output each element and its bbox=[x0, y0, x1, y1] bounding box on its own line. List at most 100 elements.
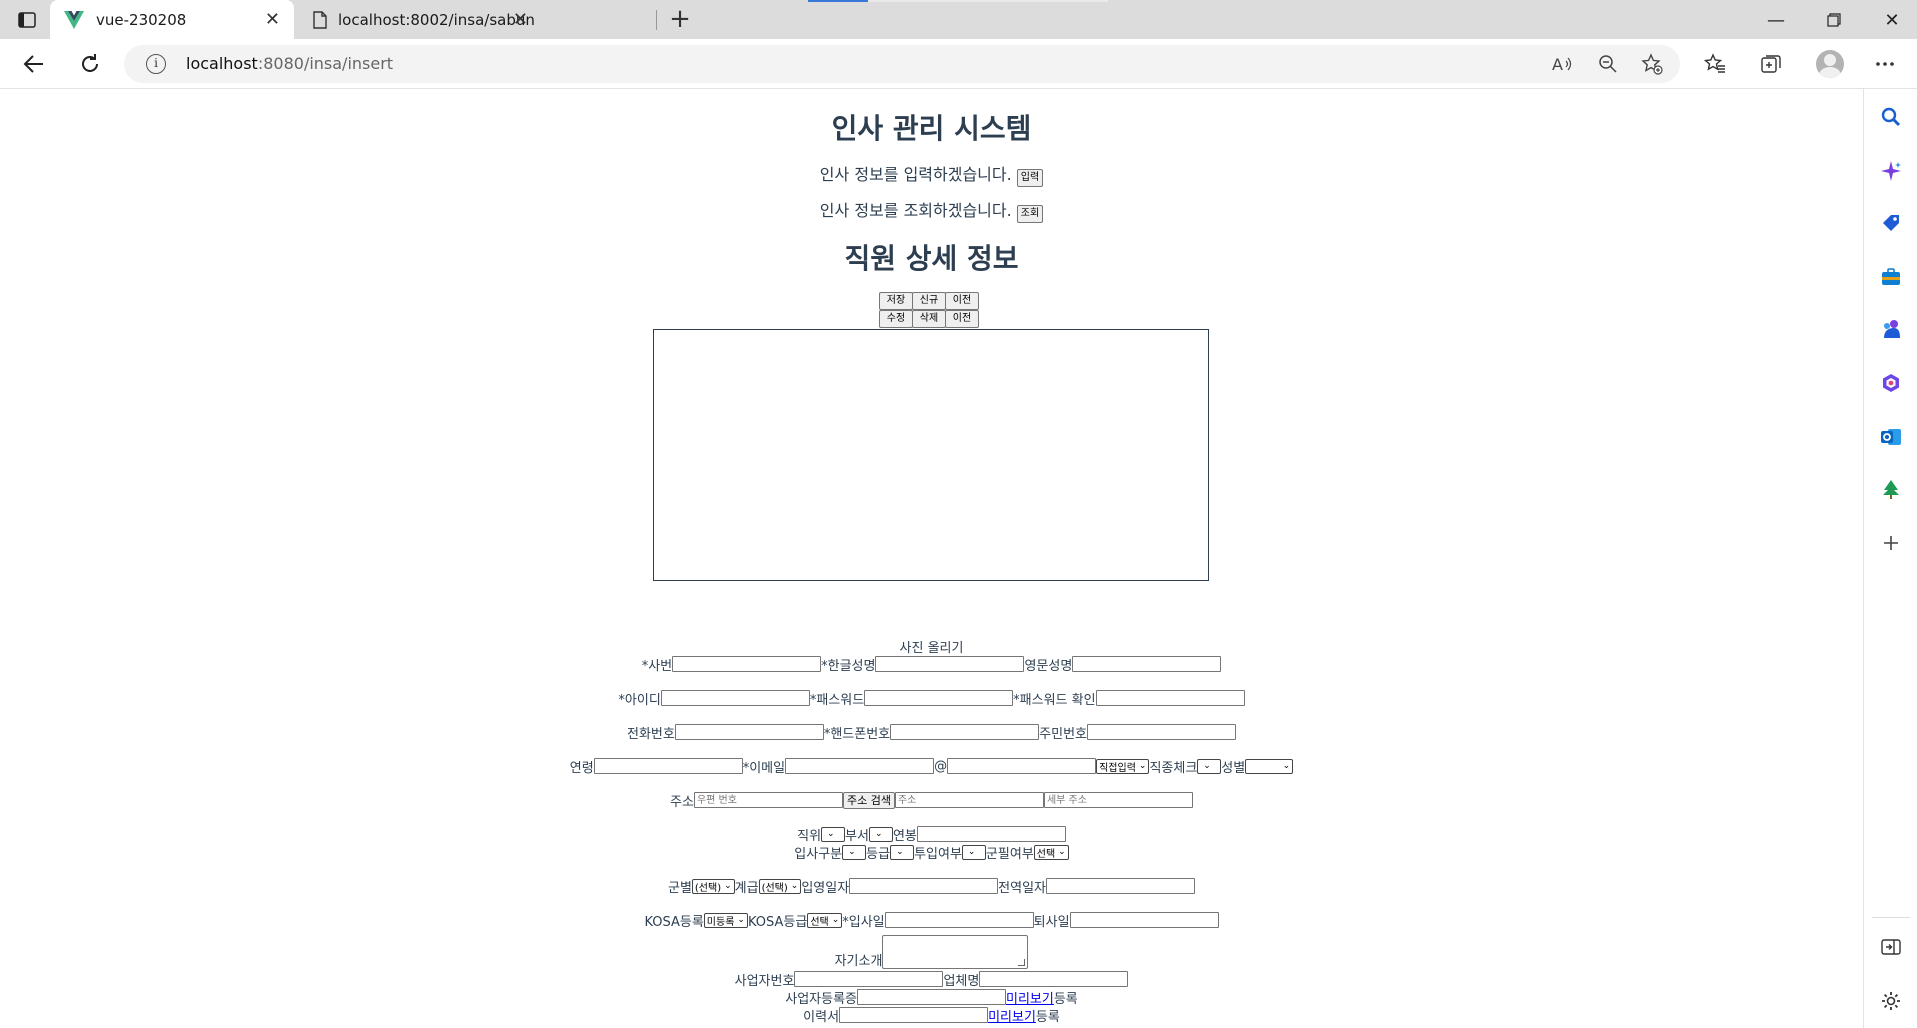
name-kor-input[interactable] bbox=[875, 656, 1025, 672]
resume-preview-link[interactable]: 미리보기 bbox=[988, 1006, 1036, 1025]
edit-button[interactable]: 수정 bbox=[879, 310, 913, 328]
minimize-icon[interactable]: — bbox=[1756, 8, 1796, 32]
photo-preview[interactable] bbox=[653, 329, 1209, 581]
restore-icon[interactable] bbox=[1814, 8, 1854, 32]
military-select[interactable]: 선택 ⌄ bbox=[1033, 844, 1069, 860]
tab-separator bbox=[656, 10, 657, 30]
favorites-icon[interactable] bbox=[1702, 51, 1728, 77]
page-content: 인사 관리 시스템 인사 정보를 입력하겠습니다. 입력 인사 정보를 조회하겠… bbox=[0, 89, 1863, 1028]
profile-avatar[interactable] bbox=[1816, 50, 1844, 78]
prev-button[interactable]: 이전 bbox=[945, 292, 979, 310]
prev-button-2[interactable]: 이전 bbox=[945, 310, 979, 328]
address-search-button[interactable]: 주소 검색 bbox=[842, 791, 895, 809]
military-label: 군필여부 bbox=[985, 846, 1034, 862]
save-button[interactable]: 저장 bbox=[879, 292, 913, 310]
tree-icon[interactable] bbox=[1879, 477, 1903, 501]
leave-date-input[interactable] bbox=[1069, 912, 1219, 928]
email-input[interactable] bbox=[785, 758, 935, 774]
hide-sidebar-icon[interactable] bbox=[1879, 935, 1903, 959]
more-menu-icon[interactable] bbox=[1872, 51, 1898, 77]
new-button[interactable]: 신규 bbox=[912, 292, 946, 310]
site-info-icon[interactable]: i bbox=[146, 54, 166, 74]
resume-register[interactable]: 등록 bbox=[1036, 1006, 1060, 1025]
form-row-name: *사번 *한글성명 영문성명 bbox=[0, 655, 1863, 674]
job-type-label: 직종체크 bbox=[1149, 760, 1198, 776]
new-tab-icon[interactable]: + bbox=[666, 4, 694, 34]
sabun-input[interactable] bbox=[672, 656, 822, 672]
biz-cert-preview-link[interactable]: 미리보기 bbox=[1006, 988, 1054, 1007]
dept-select[interactable]: ⌄ bbox=[868, 826, 893, 842]
photo-upload-label[interactable]: 사진 올리기 bbox=[900, 637, 964, 656]
biz-cert-input[interactable] bbox=[857, 989, 1006, 1005]
add-icon[interactable] bbox=[1879, 531, 1903, 555]
id-input[interactable] bbox=[660, 690, 810, 706]
discharge-date-input[interactable] bbox=[1046, 878, 1196, 894]
reload-icon[interactable] bbox=[74, 49, 106, 79]
close-tab-icon[interactable]: ✕ bbox=[265, 9, 280, 30]
phone-input[interactable] bbox=[674, 724, 824, 740]
tab-actions-icon[interactable] bbox=[14, 9, 40, 31]
settings-gear-icon[interactable] bbox=[1879, 989, 1903, 1013]
mil-rank-select[interactable]: (선택) ⌄ bbox=[758, 878, 802, 894]
pwd-confirm-label: *패스워드 확인 bbox=[1013, 692, 1096, 708]
mobile-input[interactable] bbox=[890, 724, 1040, 740]
copilot-icon[interactable] bbox=[1879, 159, 1903, 183]
tools-icon[interactable] bbox=[1879, 265, 1903, 289]
input-button[interactable]: 입력 bbox=[1016, 169, 1044, 187]
enlist-date-input[interactable] bbox=[849, 878, 999, 894]
chevron-down-icon: ⌄ bbox=[967, 847, 976, 857]
self-intro-label: 자기소개 bbox=[834, 954, 883, 969]
deploy-select[interactable]: ⌄ bbox=[961, 844, 986, 860]
shopping-tag-icon[interactable] bbox=[1879, 211, 1903, 235]
search-icon[interactable] bbox=[1879, 105, 1903, 129]
back-icon[interactable] bbox=[18, 49, 50, 79]
tab-sabun[interactable]: localhost:8002/insa/sabun ✕ bbox=[298, 0, 542, 39]
collections-icon[interactable] bbox=[1758, 51, 1784, 77]
delete-button[interactable]: 삭제 bbox=[912, 310, 946, 328]
salary-input[interactable] bbox=[916, 826, 1066, 842]
url-field[interactable]: i localhost:8080/insa/insert A bbox=[124, 45, 1680, 83]
address-detail-input[interactable] bbox=[1043, 792, 1193, 808]
biz-cert-register[interactable]: 등록 bbox=[1054, 988, 1078, 1007]
resume-input[interactable] bbox=[839, 1007, 989, 1023]
close-window-icon[interactable]: ✕ bbox=[1872, 8, 1912, 32]
email-domain-input[interactable] bbox=[947, 758, 1097, 774]
input-info-line: 인사 정보를 입력하겠습니다. 입력 bbox=[0, 161, 1863, 187]
self-intro-textarea[interactable] bbox=[882, 935, 1029, 969]
read-aloud-icon[interactable]: A bbox=[1550, 53, 1574, 75]
jumin-label: 주민번호 bbox=[1039, 726, 1087, 742]
loading-indicator bbox=[808, 0, 868, 2]
age-input[interactable] bbox=[593, 758, 743, 774]
address-input[interactable] bbox=[894, 792, 1044, 808]
jumin-input[interactable] bbox=[1087, 724, 1236, 740]
kosa-grade-select[interactable]: 선택 ⌄ bbox=[807, 912, 843, 928]
biz-no-input[interactable] bbox=[794, 971, 944, 987]
job-type-select[interactable]: ⌄ bbox=[1197, 758, 1222, 774]
id-label: *아이디 bbox=[618, 692, 661, 708]
close-tab-icon[interactable]: ✕ bbox=[513, 9, 528, 30]
office-icon[interactable] bbox=[1879, 371, 1903, 395]
mil-branch-select[interactable]: (선택) ⌄ bbox=[691, 878, 735, 894]
grade-select[interactable]: ⌄ bbox=[890, 844, 915, 860]
chevron-down-icon: ⌄ bbox=[831, 915, 840, 925]
search-button[interactable]: 조회 bbox=[1016, 205, 1044, 223]
outlook-icon[interactable] bbox=[1879, 425, 1903, 449]
gender-select[interactable]: ⌄ bbox=[1245, 758, 1294, 774]
games-icon[interactable] bbox=[1879, 317, 1903, 341]
chevron-down-icon: ⌄ bbox=[848, 847, 856, 857]
form-row-biz: 사업자번호 업체명 bbox=[0, 970, 1863, 989]
email-domain-select[interactable]: 직접입력 ⌄ bbox=[1096, 758, 1150, 774]
photo-upload-row: 사진 올리기 bbox=[0, 637, 1863, 656]
pwd-input[interactable] bbox=[864, 690, 1014, 706]
tab-vue[interactable]: vue-230208 ✕ bbox=[50, 0, 294, 39]
kosa-reg-select[interactable]: 미등록 ⌄ bbox=[703, 912, 748, 928]
name-eng-input[interactable] bbox=[1072, 656, 1222, 672]
zoom-out-icon[interactable] bbox=[1596, 53, 1620, 75]
zip-input[interactable] bbox=[693, 792, 843, 808]
pwd-confirm-input[interactable] bbox=[1095, 690, 1245, 706]
company-input[interactable] bbox=[979, 971, 1129, 987]
position-select[interactable]: ⌄ bbox=[821, 826, 846, 842]
add-favorite-icon[interactable] bbox=[1640, 53, 1664, 75]
join-type-select[interactable]: ⌄ bbox=[842, 844, 867, 860]
join-date-input[interactable] bbox=[884, 912, 1034, 928]
